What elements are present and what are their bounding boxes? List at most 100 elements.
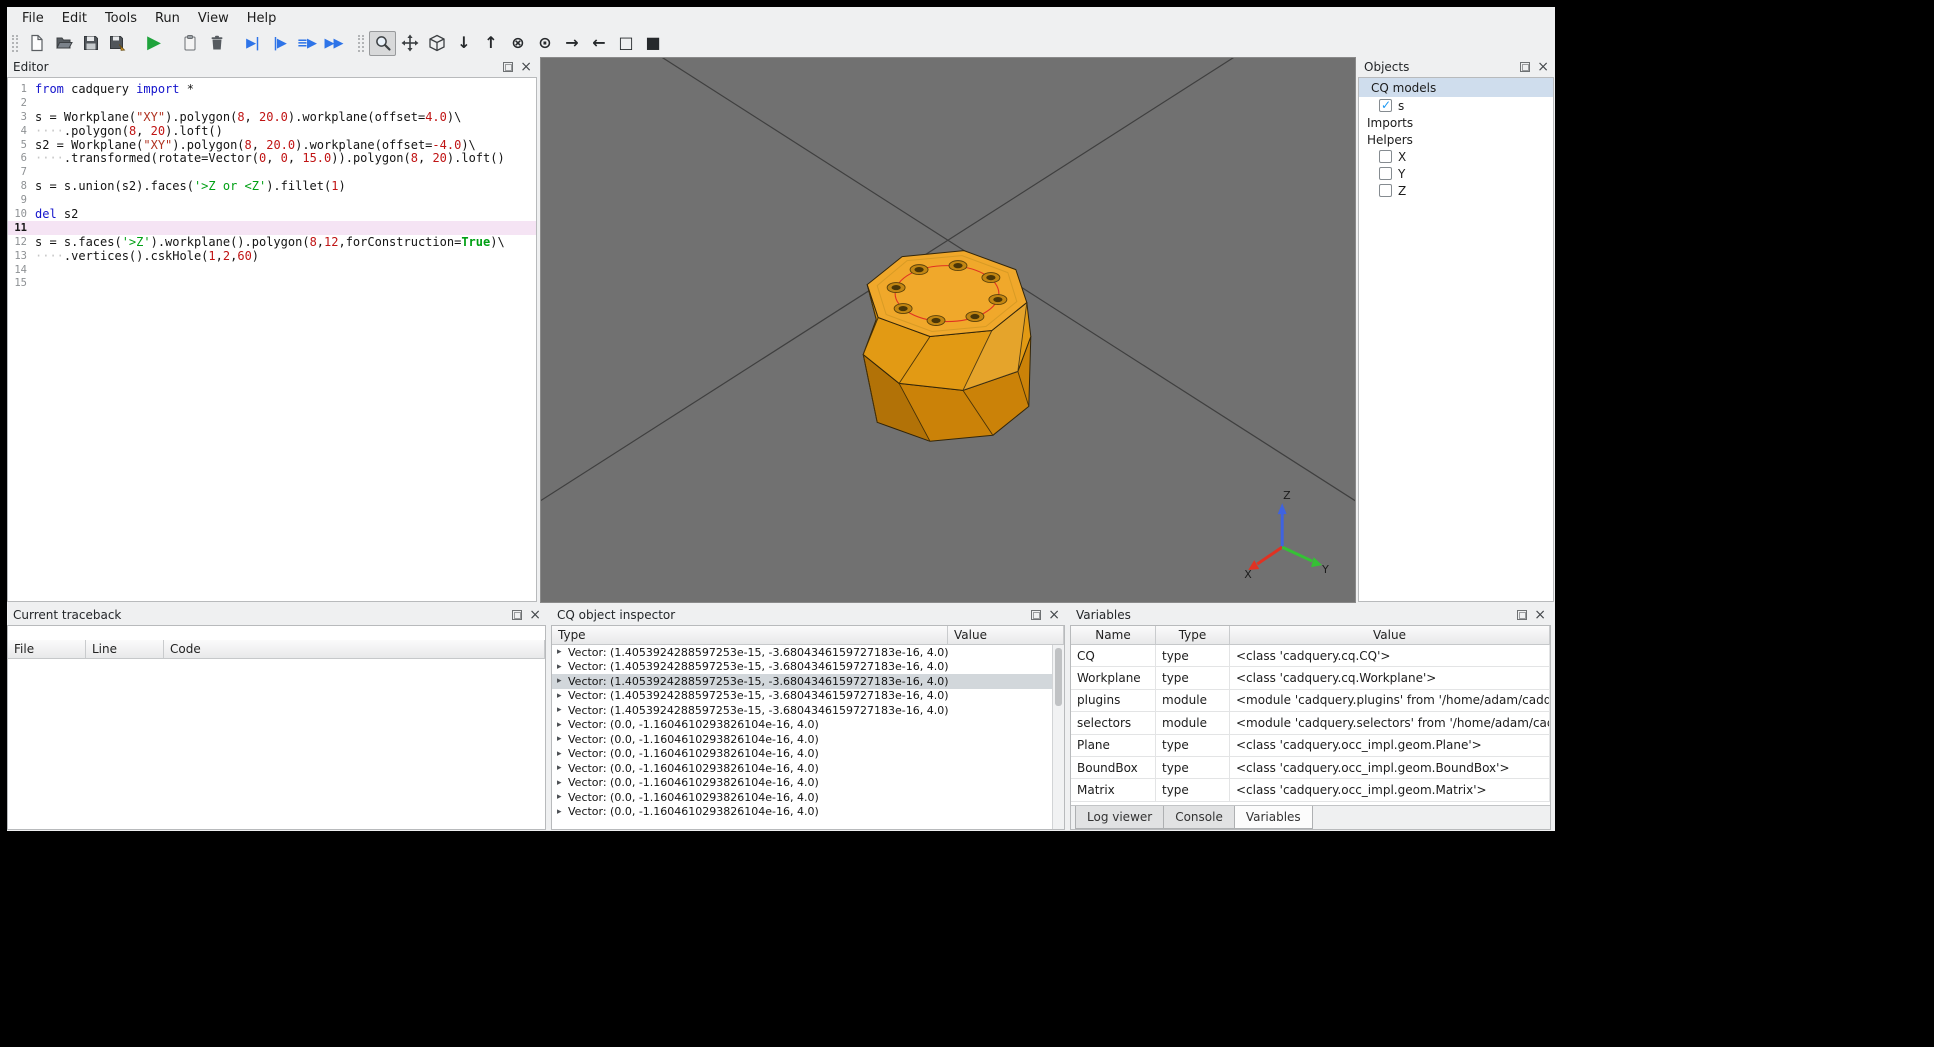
inspector-row[interactable]: ▸ Vector: (1.4053924288597253e-15, -3.680… <box>552 689 1052 704</box>
code-line-10[interactable]: 10 del s2 <box>8 207 536 221</box>
trash-icon[interactable] <box>203 31 230 56</box>
expand-icon[interactable]: ▸ <box>557 720 568 730</box>
column-header-type[interactable]: Type <box>1156 626 1230 644</box>
expand-icon[interactable]: ▸ <box>557 778 568 788</box>
variable-row-plugins[interactable]: plugins module <module 'cadquery.plugins' … <box>1071 689 1550 713</box>
back-view-icon[interactable]: ⊙ <box>531 31 558 56</box>
tab-variables[interactable]: Variables <box>1233 806 1313 829</box>
dock-float-icon[interactable] <box>503 62 514 72</box>
dock-close-icon[interactable]: × <box>1537 60 1549 74</box>
code-line-8[interactable]: 8s = s.union(s2).faces('>Z or <Z').fille… <box>8 179 536 193</box>
variable-row-matrix[interactable]: Matrix type <class 'cadquery.occ_impl.geom… <box>1071 779 1550 802</box>
expand-icon[interactable]: ▸ <box>557 691 568 701</box>
toolbar-handle[interactable] <box>358 34 364 52</box>
menu-file[interactable]: File <box>13 9 53 28</box>
expand-icon[interactable]: ▸ <box>557 647 568 657</box>
menu-run[interactable]: Run <box>146 9 189 28</box>
expand-icon[interactable]: ▸ <box>557 792 568 802</box>
tree-item-y[interactable]: Y <box>1359 165 1553 182</box>
right-view-icon[interactable]: → <box>558 31 585 56</box>
dock-float-icon[interactable] <box>1517 610 1528 620</box>
code-editor[interactable]: 1 from cadquery import * 2 3 s = Workplane("… <box>7 77 537 602</box>
tree-item-x[interactable]: X <box>1359 148 1553 165</box>
tab-log-viewer[interactable]: Log viewer <box>1075 806 1165 829</box>
inspector-row[interactable]: ▸ Vector: (0.0, -1.1604610293826104e-16, … <box>552 718 1052 733</box>
expand-icon[interactable]: ▸ <box>557 807 568 817</box>
expand-icon[interactable]: ▸ <box>557 749 568 759</box>
debug-step-out-icon[interactable]: ▶▶ <box>320 31 347 56</box>
menu-edit[interactable]: Edit <box>53 9 96 28</box>
inspector-row[interactable]: ▸ Vector: (1.4053924288597253e-15, -3.680… <box>552 660 1052 675</box>
code-line-5[interactable]: 5 s2 = Workplane("XY").polygon(8, 20.0).w… <box>8 138 536 152</box>
clipboard-icon[interactable] <box>176 31 203 56</box>
inspector-row[interactable]: ▸ Vector: (0.0, -1.1604610293826104e-16, … <box>552 732 1052 747</box>
scrollbar-thumb[interactable] <box>1055 648 1062 706</box>
expand-icon[interactable]: ▸ <box>557 676 568 686</box>
code-line-2[interactable]: 2 <box>8 96 536 110</box>
variable-row-selectors[interactable]: selectors module <module 'cadquery.selecto… <box>1071 712 1550 735</box>
wireframe-icon[interactable]: □ <box>612 31 639 56</box>
variable-row-workplane[interactable]: Workplane type <class 'cadquery.cq.Workpla… <box>1071 667 1550 690</box>
inspector-row[interactable]: ▸ Vector: (0.0, -1.1604610293826104e-16, … <box>552 805 1052 820</box>
code-line-12[interactable]: 12 s = s.faces('>Z').workplane().polygon(… <box>8 235 536 249</box>
inspector-row[interactable]: ▸ Vector: (1.4053924288597253e-15, -3.680… <box>552 674 1052 689</box>
toolbar-handle[interactable] <box>12 34 18 52</box>
code-line-1[interactable]: 1 from cadquery import * <box>8 82 536 96</box>
tree-item-imports[interactable]: Imports <box>1359 114 1553 131</box>
tab-console[interactable]: Console <box>1163 806 1235 829</box>
code-line-4[interactable]: 4 ····.polygon(8, 20).loft() <box>8 124 536 138</box>
column-header-file[interactable]: File <box>8 640 86 658</box>
dock-float-icon[interactable] <box>1031 610 1042 620</box>
fit-all-icon[interactable] <box>396 31 423 56</box>
dock-close-icon[interactable]: × <box>1534 608 1546 622</box>
dock-float-icon[interactable] <box>512 610 523 620</box>
iso-view-icon[interactable] <box>423 31 450 56</box>
open-file-icon[interactable] <box>50 31 77 56</box>
checkbox-y[interactable] <box>1379 167 1392 180</box>
column-header-code[interactable]: Code <box>164 640 545 658</box>
expand-icon[interactable]: ▸ <box>557 734 568 744</box>
inspector-row[interactable]: ▸ Vector: (0.0, -1.1604610293826104e-16, … <box>552 747 1052 762</box>
menu-help[interactable]: Help <box>238 9 286 28</box>
code-line-15[interactable]: 15 <box>8 276 536 290</box>
variable-row-boundbox[interactable]: BoundBox type <class 'cadquery.occ_impl.ge… <box>1071 756 1550 780</box>
left-view-icon[interactable]: ← <box>585 31 612 56</box>
tree-item-s[interactable]: s <box>1359 97 1553 114</box>
cq-models-header[interactable]: CQ models <box>1359 78 1553 97</box>
menu-tools[interactable]: Tools <box>96 9 146 28</box>
variable-row-cq[interactable]: CQ type <class 'cadquery.cq.CQ'> <box>1071 645 1550 668</box>
dock-close-icon[interactable]: × <box>529 608 541 622</box>
code-line-6[interactable]: 6 ····.transformed(rotate=Vector(0, 0, 15… <box>8 151 536 165</box>
inspector-row[interactable]: ▸ Vector: (1.4053924288597253e-15, -3.680… <box>552 703 1052 718</box>
bottom-view-icon[interactable]: ↑ <box>477 31 504 56</box>
column-header-type[interactable]: Type <box>552 626 948 644</box>
variable-row-plane[interactable]: Plane type <class 'cadquery.occ_impl.geom.… <box>1071 734 1550 757</box>
inspector-row[interactable]: ▸ Vector: (0.0, -1.1604610293826104e-16, … <box>552 776 1052 791</box>
viewport-3d[interactable]: X Y Z <box>540 57 1356 603</box>
inspector-row[interactable]: ▸ Vector: (0.0, -1.1604610293826104e-16, … <box>552 790 1052 805</box>
zoom-fit-icon[interactable] <box>369 30 396 56</box>
code-line-14[interactable]: 14 <box>8 263 536 277</box>
cad-part[interactable] <box>862 250 1032 442</box>
code-line-9[interactable]: 9 <box>8 193 536 207</box>
code-line-13[interactable]: 13 ····.vertices().cskHole(1,2,60) <box>8 249 536 263</box>
inspector-row[interactable]: ▸ Vector: (0.0, -1.1604610293826104e-16, … <box>552 761 1052 776</box>
debug-step-over-icon[interactable]: |▶ <box>266 31 293 56</box>
expand-icon[interactable]: ▸ <box>557 662 568 672</box>
column-header-line[interactable]: Line <box>86 640 164 658</box>
tree-item-helpers[interactable]: Helpers <box>1359 131 1553 148</box>
checkbox-s[interactable] <box>1379 98 1392 112</box>
menu-view[interactable]: View <box>189 9 238 28</box>
save-icon[interactable] <box>77 31 104 56</box>
checkbox-z[interactable] <box>1379 184 1392 197</box>
dock-float-icon[interactable] <box>1520 62 1531 72</box>
tree-item-z[interactable]: Z <box>1359 182 1553 199</box>
new-file-icon[interactable] <box>23 31 50 56</box>
dock-close-icon[interactable]: × <box>520 60 532 74</box>
debug-step-in-icon[interactable]: ≡▶ <box>293 31 320 56</box>
dock-close-icon[interactable]: × <box>1048 608 1060 622</box>
front-view-icon[interactable]: ⊗ <box>504 31 531 56</box>
column-header-value[interactable]: Value <box>948 626 1064 644</box>
inspector-scrollbar[interactable] <box>1052 645 1064 829</box>
shaded-icon[interactable]: ■ <box>639 31 666 56</box>
